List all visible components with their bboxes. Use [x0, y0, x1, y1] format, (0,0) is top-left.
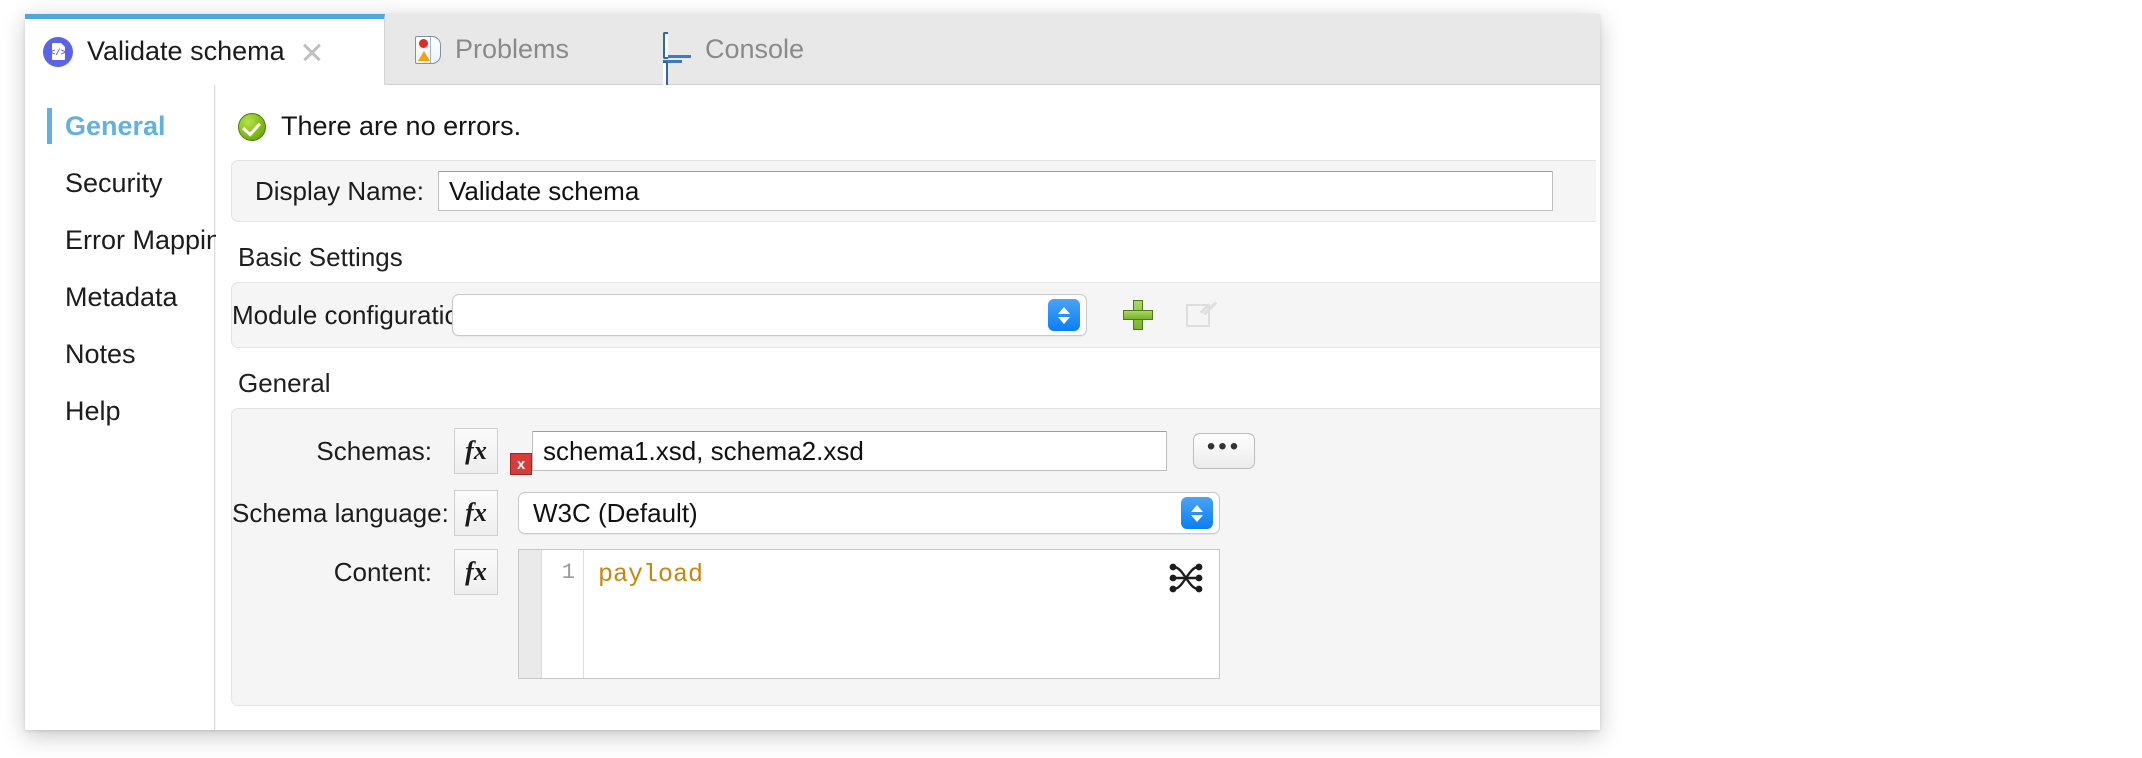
schema-language-fx-button[interactable]: fx [454, 490, 498, 536]
sidebar-item-label: Help [65, 395, 121, 426]
general-fields-block: Schemas: fx x schema1.xsd, schema2.xsd •… [231, 408, 1600, 706]
schema-language-label: Schema language: [232, 497, 449, 528]
line-number: 1 [561, 560, 575, 585]
fx-label: fx [465, 436, 487, 465]
schemas-value: schema1.xsd, schema2.xsd [543, 435, 864, 466]
console-monitor-icon [663, 31, 691, 88]
content-row: Content: fx 1 payload [232, 549, 1600, 679]
schema-language-row: Schema language: fx W3C (Default) [232, 485, 1600, 541]
display-name-value: Validate schema [449, 175, 640, 206]
fx-label: fx [465, 557, 487, 586]
tab-validate-schema[interactable]: </> Validate schema [25, 14, 385, 85]
sidebar-item-label: Error Mapping [65, 224, 237, 255]
sidebar-item-error-mapping[interactable]: Error Mapping [25, 221, 236, 259]
tab-problems[interactable]: Problems [397, 14, 587, 85]
edit-pencil-icon [1185, 300, 1217, 330]
display-name-input[interactable]: Validate schema [438, 171, 1553, 211]
sidebar-item-notes[interactable]: Notes [25, 335, 214, 373]
display-name-row: Display Name: Validate schema [231, 160, 1596, 222]
content-label: Content: [333, 557, 432, 587]
editor-fold-margin [519, 550, 542, 678]
settings-panel: There are no errors. Display Name: Valid… [216, 85, 1600, 730]
sidebar-item-label: Security [65, 167, 163, 198]
module-configuration-label: Module configuration: [232, 299, 481, 330]
dataweave-transform-icon[interactable] [1167, 560, 1205, 596]
browse-label: ••• [1206, 433, 1242, 460]
tab-strip: </> Validate schema Problems Console [25, 14, 1600, 88]
schemas-browse-button[interactable]: ••• [1193, 433, 1255, 469]
chevron-updown-icon[interactable] [1181, 497, 1213, 529]
sidebar-item-label: Metadata [65, 281, 178, 312]
success-check-icon [238, 112, 266, 141]
editor-line-numbers: 1 [542, 550, 584, 678]
schemas-label: Schemas: [316, 435, 432, 466]
chevron-updown-icon[interactable] [1048, 299, 1080, 331]
properties-window: </> Validate schema Problems Console Gen… [25, 14, 1600, 730]
sidebar-item-label: Notes [65, 338, 136, 369]
content-code-editor[interactable]: 1 payload [518, 549, 1220, 679]
general-section-title: General [238, 368, 331, 398]
fx-label: fx [465, 498, 487, 527]
tab-label: Problems [455, 34, 570, 64]
schemas-input[interactable]: schema1.xsd, schema2.xsd [532, 431, 1167, 471]
editor-code[interactable]: payload [584, 550, 1219, 678]
schema-language-select[interactable]: W3C (Default) [518, 492, 1220, 534]
problems-icon [415, 35, 441, 64]
settings-sidebar: General Security Error Mapping Metadata … [25, 85, 236, 730]
document-code-icon: </> [43, 36, 73, 67]
sidebar-item-metadata[interactable]: Metadata [25, 278, 214, 316]
plus-icon[interactable] [1123, 300, 1153, 330]
sidebar-item-security[interactable]: Security [25, 164, 214, 202]
sidebar-item-help[interactable]: Help [25, 392, 214, 430]
module-configuration-select[interactable] [452, 294, 1087, 336]
status-text: There are no errors. [281, 111, 522, 141]
schemas-row: Schemas: fx x schema1.xsd, schema2.xsd •… [232, 423, 1600, 479]
sidebar-item-label: General [65, 110, 166, 141]
display-name-label: Display Name: [254, 175, 424, 206]
content-fx-button[interactable]: fx [454, 549, 498, 595]
schema-language-value: W3C (Default) [533, 497, 698, 528]
module-configuration-row: Module configuration: [231, 282, 1600, 348]
tab-label: Console [705, 34, 805, 64]
sidebar-item-general[interactable]: General [25, 107, 214, 145]
tab-console[interactable]: Console [645, 14, 822, 88]
schemas-error-badge: x [510, 453, 532, 475]
validation-status: There are no errors. [216, 85, 1600, 160]
schemas-fx-button[interactable]: fx [454, 428, 498, 474]
window-content: General Security Error Mapping Metadata … [25, 85, 1600, 730]
tab-label: Validate schema [87, 36, 285, 66]
basic-settings-title: Basic Settings [238, 242, 403, 272]
close-icon[interactable] [299, 39, 325, 65]
